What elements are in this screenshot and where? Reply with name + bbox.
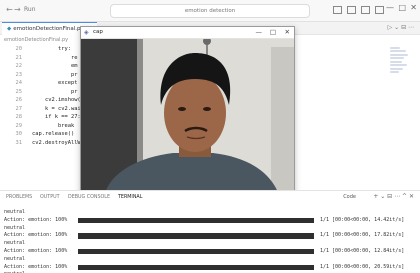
line-code: pr [32,88,78,95]
tab-label: emotionDetectionFinal.py [13,26,84,32]
minimap[interactable] [390,45,416,125]
line-number: 22 [15,63,23,69]
camera-maximize-button[interactable]: □ [270,28,276,36]
minimize-button[interactable]: — [386,3,394,12]
line-number: 23 [15,71,23,78]
terminal-text: Action: emotion: 100% [4,232,68,239]
terminal-line: neutral [4,209,416,217]
terminal-text: neutral [4,255,26,262]
camera-window-title-bar[interactable]: ◈ cap — □ ✕ [81,27,294,39]
terminal-line: Action: emotion: 100% 1/1 [00:00<00:00, 1… [4,217,416,225]
line-number: 29 [15,122,23,129]
breadcrumb[interactable]: emotionDetectionFinal.py [4,37,68,43]
editor-actions[interactable]: ▷ ⌄ ⊟ ⋯ [388,24,414,31]
line-code: pr [32,71,78,78]
line-code: except [32,80,78,86]
camera-window-title: cap [93,29,103,35]
tab-output[interactable]: OUTPUT [40,195,60,200]
line-code: if k == 27: [32,114,81,120]
progress-stats: 1/1 [00:00<00:00, 17.82it/s] [320,232,405,239]
terminal-line: Action: emotion: 100% 1/1 [00:00<00:00, 1… [4,232,416,240]
forward-icon[interactable]: → [14,5,21,14]
line-code: em [32,63,78,69]
progress-stats: 1/1 [00:00<00:00, 14.42it/s] [320,216,405,223]
line-code: k = cv2.wait [32,105,84,112]
tab-problems[interactable]: PROBLEMS [6,195,32,200]
toggle-panel-icon[interactable] [347,6,356,14]
command-search-box[interactable]: emotion detection [110,4,310,18]
line-number: 30 [15,131,23,137]
line-code: try: [32,46,71,52]
camera-minimize-button[interactable]: — [256,28,263,36]
panel-actions[interactable]: + ⌄ ⊟ ⋯ ^ ✕ [373,193,414,200]
line-code: cap.release() [32,131,75,137]
terminal-profile-label[interactable]: Code [343,194,356,200]
progress-bar [78,217,314,224]
terminal-text: Action: emotion: 100% [4,247,68,254]
terminal-text: neutral [4,240,26,247]
terminal-text: neutral [4,209,26,215]
camera-close-button[interactable]: ✕ [285,28,290,36]
camera-app-icon: ◈ [84,29,89,36]
terminal-line: neutral [4,225,416,233]
bottom-panel: PROBLEMS OUTPUT DEBUG CONSOLE TERMINAL C… [0,190,420,273]
terminal-line: Action: emotion: 100% 1/1 [00:00<00:00, 2… [4,264,416,272]
line-code: cv2.destroyAllWi [32,139,84,146]
line-number: 26 [15,97,23,103]
close-button[interactable]: ✕ [410,3,417,12]
title-bar: ← → Run emotion detection — □ ✕ [0,0,420,22]
terminal-line: neutral [4,256,416,264]
progress-stats: 1/1 [00:00<00:00, 12.84it/s] [320,247,405,254]
panel-tabs: PROBLEMS OUTPUT DEBUG CONSOLE TERMINAL C… [0,191,420,205]
line-number: 24 [15,80,23,86]
toggle-sidebar-icon[interactable] [333,6,342,14]
line-number: 27 [15,105,23,112]
tab-terminal[interactable]: TERMINAL [118,195,142,200]
progress-bar [78,248,314,255]
line-code: cv2.imshow( [32,97,81,103]
webcam-image [81,39,294,201]
layout-controls [333,6,384,14]
tab-debug-console[interactable]: DEBUG CONSOLE [68,195,110,200]
toggle-secondary-sidebar-icon[interactable] [361,6,370,14]
terminal-output[interactable]: neutral Action: emotion: 100% 1/1 [00:00<… [4,209,416,273]
progress-stats: 1/1 [00:00<00:00, 20.59it/s] [320,263,405,270]
search-text: emotion detection [184,8,236,14]
line-number: 20 [15,46,23,52]
customize-layout-icon[interactable] [375,6,384,14]
maximize-button[interactable]: □ [398,3,406,12]
progress-bar [78,264,314,271]
line-code: re [32,54,78,61]
camera-window[interactable]: ◈ cap — □ ✕ [80,26,295,202]
line-number: 25 [15,88,23,95]
terminal-text: Action: emotion: 100% [4,216,68,223]
line-number: 21 [15,54,23,61]
terminal-line: neutral [4,240,416,248]
webcam-frame [81,39,294,201]
terminal-text: Action: emotion: 100% [4,263,68,270]
line-code: break [32,122,75,129]
line-number: 31 [15,139,23,146]
terminal-text: neutral [4,224,26,231]
progress-bar [78,233,314,239]
back-icon[interactable]: ← [6,5,13,14]
run-menu[interactable]: Run [24,6,36,13]
terminal-line: Action: emotion: 100% 1/1 [00:00<00:00, 1… [4,248,416,256]
line-number: 28 [15,114,23,120]
python-file-icon: ◆ [7,26,12,32]
